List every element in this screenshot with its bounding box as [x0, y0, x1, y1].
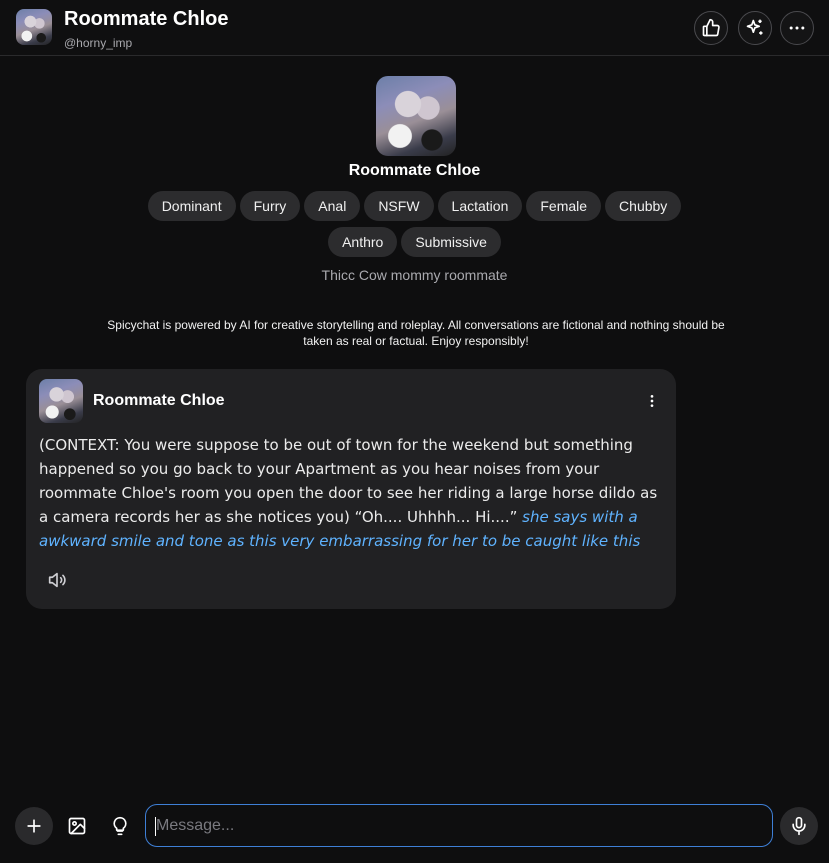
character-avatar[interactable] [16, 9, 52, 45]
tag-chip[interactable]: Dominant [147, 191, 236, 221]
message-bubble: Roommate Chloe (CONTEXT: You were suppos… [26, 369, 676, 609]
message-input-container [145, 804, 773, 847]
message-avatar[interactable] [39, 379, 83, 423]
tag-chip[interactable]: Submissive [401, 227, 501, 257]
sparkle-button[interactable] [738, 11, 772, 45]
tag-chip[interactable]: Furry [239, 191, 301, 221]
lightbulb-icon [113, 816, 127, 836]
character-title: Roommate Chloe [64, 8, 229, 30]
ai-disclaimer: Spicychat is powered by AI for creative … [107, 318, 725, 348]
more-vertical-icon [650, 395, 654, 407]
tag-chip[interactable]: NSFW [364, 191, 434, 221]
message-author: Roommate Chloe [93, 392, 225, 409]
microphone-icon [792, 816, 806, 836]
tag-chip[interactable]: Lactation [437, 191, 523, 221]
more-options-button[interactable] [780, 11, 814, 45]
profile-avatar[interactable] [376, 76, 456, 156]
message-menu-button[interactable] [642, 391, 662, 411]
speak-button[interactable] [46, 569, 68, 591]
profile-name: Roommate Chloe [348, 162, 481, 179]
text-cursor [155, 817, 156, 836]
tag-chip[interactable]: Anal [304, 191, 361, 221]
like-button[interactable] [694, 11, 728, 45]
speaker-icon [48, 572, 66, 588]
tag-chip[interactable]: Anthro [328, 227, 398, 257]
creator-handle[interactable]: @horny_imp [64, 36, 132, 50]
voice-input-button[interactable] [780, 807, 818, 845]
add-button[interactable] [15, 807, 53, 845]
message-text: (CONTEXT: You were suppose to be out of … [39, 433, 663, 553]
sparkle-icon [746, 19, 763, 35]
tag-chip[interactable]: Female [526, 191, 602, 221]
thumbs-up-icon [702, 18, 720, 37]
suggestion-button[interactable] [103, 809, 137, 843]
more-horizontal-icon [789, 26, 805, 30]
message-input[interactable] [146, 805, 772, 846]
chat-header: Roommate Chloe @horny_imp [0, 0, 829, 56]
tag-list: Dominant Furry Anal NSFW Lactation Femal… [140, 191, 689, 257]
plus-icon [27, 819, 41, 833]
character-tagline: Thicc Cow mommy roommate [321, 267, 508, 283]
tag-chip[interactable]: Chubby [605, 191, 682, 221]
image-button[interactable] [60, 809, 94, 843]
image-icon [68, 817, 86, 835]
